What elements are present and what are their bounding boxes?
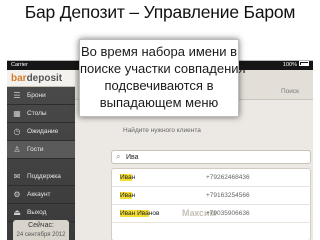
result-name: Иван [120, 174, 136, 181]
battery-indicator: 100% [283, 61, 309, 70]
sidebar-item-guests[interactable]: ♙ Гости [7, 141, 75, 159]
app-logo: bardeposit [7, 70, 75, 87]
sidebar-item-waiting[interactable]: ◷ Ожидание [7, 123, 75, 141]
search-prompt: Найдите нужного клиента [123, 127, 201, 134]
callout-line: поиске участки совпадения [80, 61, 246, 76]
search-results-dropdown: Иван +79262468436 Иван +79163254566 Макс… [111, 168, 312, 240]
result-phone: +79163254566 [206, 192, 250, 199]
result-name: Иван [120, 192, 136, 199]
result-name: Иван Иванов [120, 210, 160, 217]
current-date: 24 сентября 2012 [16, 232, 66, 238]
carrier-label: Carrier [11, 62, 28, 68]
panel-search-label[interactable]: Поиск [281, 88, 299, 95]
current-time-label: Сейчас: [28, 222, 54, 229]
bookings-icon: ☰ [13, 91, 21, 100]
tables-icon: ▦ [13, 109, 21, 118]
support-icon: ✉ [13, 172, 21, 181]
page-title: Бар Депозит – Управление Баром [24, 2, 296, 22]
search-result-row[interactable]: Иван Иванов +79035906636 [112, 205, 312, 223]
sidebar-item-label: Гости [27, 146, 44, 153]
sidebar-item-label: Аккаунт [27, 191, 51, 198]
sidebar-item-account[interactable]: ⚙ Аккаунт [7, 186, 75, 204]
callout-line: Во время набора имени в [80, 44, 237, 59]
sidebar-item-tables[interactable]: ▦ Столы [7, 105, 75, 123]
sidebar-item-support[interactable]: ✉ Поддержка [7, 168, 75, 186]
sidebar-item-label: Поддержка [27, 173, 61, 180]
sidebar-item-label: Столы [27, 110, 47, 117]
current-time-box: Сейчас: 24 сентября 2012 [13, 220, 69, 240]
waiting-icon: ◷ [13, 127, 21, 136]
battery-percent: 100% [282, 62, 297, 68]
guests-icon: ♙ [13, 145, 21, 154]
callout-line: выпадающем меню [99, 95, 219, 110]
sidebar-item-label: Брони [27, 92, 46, 99]
search-icon: ⌕ [116, 152, 121, 161]
callout-line: подсвечиваются в [104, 78, 214, 93]
search-result-row[interactable]: Иван +79163254566 Максим [112, 187, 312, 218]
client-search-input[interactable] [126, 152, 306, 162]
sidebar-item-label: Выход [27, 209, 47, 216]
logout-icon: ⏏ [13, 208, 21, 217]
sidebar-item-label: Ожидание [27, 128, 59, 135]
sidebar-item-bookings[interactable]: ☰ Брони [7, 87, 75, 105]
callout-box: Во время набора имени в поиске участки с… [79, 39, 246, 117]
client-search-box[interactable]: ⌕ [111, 150, 311, 164]
search-result-row[interactable]: Иван +79262468436 [112, 169, 312, 187]
result-phone: +79262468436 [206, 174, 250, 181]
battery-icon [299, 61, 309, 67]
account-icon: ⚙ [13, 190, 21, 199]
result-phone: +79035906636 [206, 210, 250, 217]
sidebar: bardeposit ☰ Брони ▦ Столы ◷ Ожидание ♙ … [7, 70, 75, 240]
